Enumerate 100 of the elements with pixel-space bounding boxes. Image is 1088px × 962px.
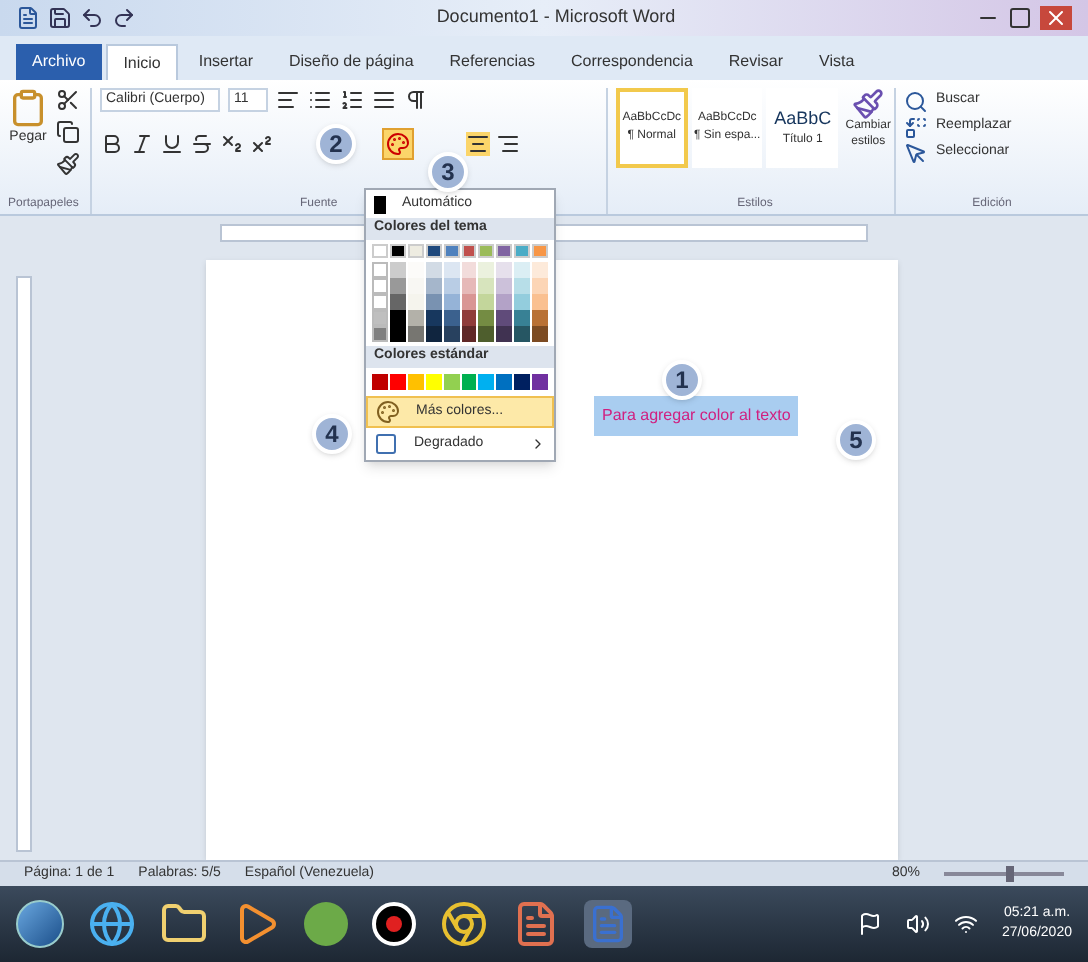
color-swatch[interactable]: [478, 310, 495, 326]
zoom-thumb[interactable]: [1005, 866, 1014, 882]
color-swatch[interactable]: [478, 244, 495, 258]
color-swatch[interactable]: [425, 262, 442, 278]
ribbon-tab[interactable]: Correspondencia: [554, 44, 709, 80]
color-swatch[interactable]: [532, 374, 548, 390]
color-swatch[interactable]: [443, 374, 459, 390]
color-swatch[interactable]: [407, 326, 424, 342]
align-center-icon[interactable]: [466, 132, 490, 156]
color-swatch[interactable]: [478, 294, 495, 310]
color-swatch[interactable]: [372, 294, 388, 310]
scissors-icon[interactable]: [56, 88, 80, 112]
document-app-icon[interactable]: [512, 900, 560, 948]
color-swatch[interactable]: [532, 294, 548, 310]
color-swatch[interactable]: [425, 278, 442, 294]
color-swatch[interactable]: [372, 244, 388, 258]
color-swatch[interactable]: [372, 262, 388, 278]
color-swatch[interactable]: [514, 374, 531, 390]
color-swatch[interactable]: [443, 294, 459, 310]
file-tab[interactable]: Archivo: [16, 44, 102, 80]
start-button-icon[interactable]: [16, 900, 64, 948]
ribbon-tab[interactable]: Referencias: [433, 44, 551, 80]
color-swatch[interactable]: [425, 310, 442, 326]
color-swatch[interactable]: [496, 294, 513, 310]
color-swatch[interactable]: [407, 278, 424, 294]
color-swatch[interactable]: [514, 326, 531, 342]
ribbon-tab[interactable]: Revisar: [712, 44, 800, 80]
color-swatch[interactable]: [443, 326, 459, 342]
color-swatch[interactable]: [532, 278, 548, 294]
color-swatch[interactable]: [496, 244, 513, 258]
ribbon-tab[interactable]: Inicio: [105, 44, 179, 80]
color-swatch[interactable]: [443, 244, 459, 258]
color-swatch[interactable]: [514, 294, 531, 310]
color-swatch[interactable]: [461, 326, 477, 342]
color-swatch[interactable]: [532, 262, 548, 278]
color-swatch[interactable]: [514, 310, 531, 326]
color-swatch[interactable]: [478, 326, 495, 342]
ribbon-tab[interactable]: Diseño de página: [273, 44, 430, 80]
color-swatch[interactable]: [496, 310, 513, 326]
redo-icon[interactable]: [112, 6, 136, 30]
copy-icon[interactable]: [56, 120, 80, 144]
brush-icon[interactable]: [56, 152, 80, 176]
color-swatch[interactable]: [389, 374, 406, 390]
color-swatch[interactable]: [461, 294, 477, 310]
superscript-icon[interactable]: [250, 132, 274, 156]
font-color-button[interactable]: [382, 128, 414, 160]
align-right-icon[interactable]: [496, 132, 520, 156]
maximize-icon[interactable]: [1008, 6, 1032, 30]
color-swatch[interactable]: [496, 278, 513, 294]
bold-icon[interactable]: [100, 132, 124, 156]
color-swatch[interactable]: [532, 244, 548, 258]
color-swatch[interactable]: [532, 326, 548, 342]
color-swatch[interactable]: [407, 294, 424, 310]
color-swatch[interactable]: [389, 310, 406, 326]
color-swatch[interactable]: [443, 278, 459, 294]
color-swatch[interactable]: [425, 244, 442, 258]
color-swatch[interactable]: [425, 326, 442, 342]
color-swatch[interactable]: [478, 262, 495, 278]
color-swatch[interactable]: [443, 262, 459, 278]
color-swatch[interactable]: [407, 374, 424, 390]
color-swatch[interactable]: [389, 278, 406, 294]
undo-icon[interactable]: [80, 6, 104, 30]
volume-icon[interactable]: [905, 912, 930, 936]
color-swatch[interactable]: [407, 262, 424, 278]
underline-icon[interactable]: [160, 132, 184, 156]
color-swatch[interactable]: [407, 244, 424, 258]
color-swatch[interactable]: [425, 294, 442, 310]
color-swatch[interactable]: [496, 374, 513, 390]
color-swatch[interactable]: [496, 326, 513, 342]
color-swatch[interactable]: [461, 278, 477, 294]
ribbon-tab[interactable]: Insertar: [182, 44, 269, 80]
strikethrough-icon[interactable]: [190, 132, 214, 156]
record-icon[interactable]: [372, 902, 416, 946]
save-icon[interactable]: [48, 6, 72, 30]
color-swatch[interactable]: [478, 278, 495, 294]
color-swatch[interactable]: [389, 262, 406, 278]
pilcrow-icon[interactable]: [404, 88, 428, 112]
color-swatch[interactable]: [389, 326, 406, 342]
flag-icon[interactable]: [857, 912, 882, 936]
color-swatch[interactable]: [372, 278, 388, 294]
color-swatch[interactable]: [372, 310, 388, 326]
color-swatch[interactable]: [372, 326, 388, 342]
ribbon-tab[interactable]: Vista: [803, 44, 871, 80]
color-swatch[interactable]: [496, 262, 513, 278]
color-swatch[interactable]: [461, 262, 477, 278]
color-swatch[interactable]: [514, 278, 531, 294]
color-swatch[interactable]: [461, 374, 477, 390]
folder-icon[interactable]: [160, 900, 208, 948]
color-swatch[interactable]: [425, 374, 442, 390]
color-swatch[interactable]: [407, 310, 424, 326]
color-swatch[interactable]: [478, 374, 495, 390]
color-swatch[interactable]: [443, 310, 459, 326]
color-swatch[interactable]: [461, 310, 477, 326]
italic-icon[interactable]: [130, 132, 154, 156]
color-swatch[interactable]: [514, 244, 531, 258]
color-swatch[interactable]: [389, 244, 406, 258]
color-swatch[interactable]: [389, 294, 406, 310]
word-icon[interactable]: [16, 6, 40, 30]
browser-icon[interactable]: [88, 900, 136, 948]
color-swatch[interactable]: [461, 244, 477, 258]
